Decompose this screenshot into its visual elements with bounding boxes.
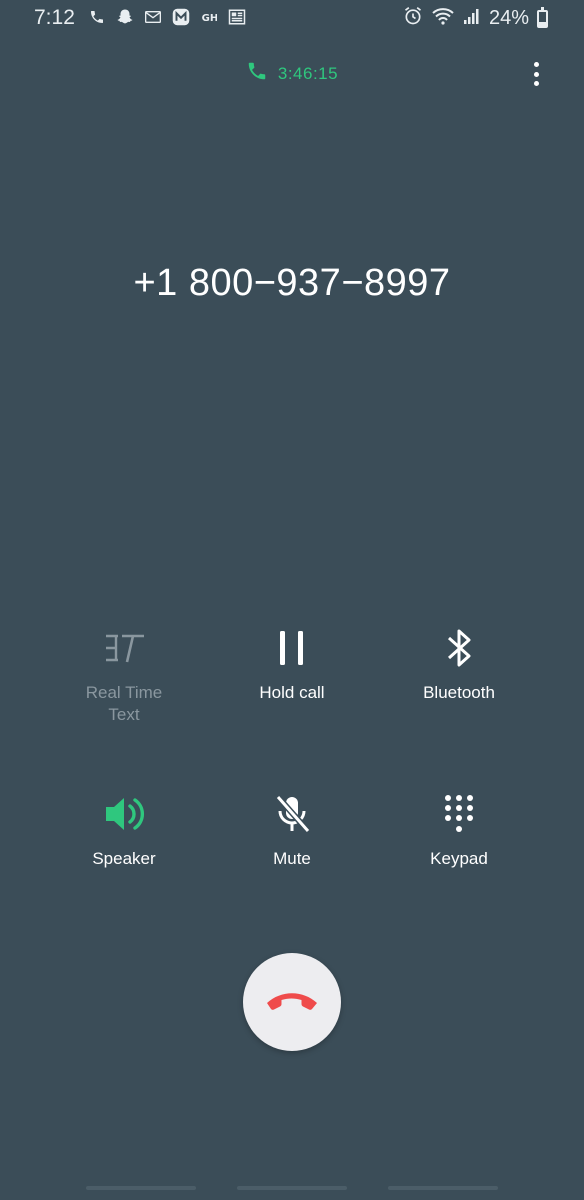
news-icon (228, 8, 246, 26)
bluetooth-icon (444, 626, 474, 670)
rtt-label-line1: Real Time (85, 683, 163, 702)
wifi-icon (431, 6, 455, 31)
hold-call-label: Hold call (259, 683, 325, 702)
gh-app-icon: GH (200, 8, 218, 26)
phone-number: +1 800−937−8997 (133, 262, 451, 304)
battery-percent: 24% (488, 7, 529, 29)
notification-icons: GH (88, 8, 246, 26)
rtt-icon (102, 626, 146, 670)
rtt-label: Real Time Text (86, 682, 163, 726)
call-active-icon (246, 60, 268, 87)
hold-call-button[interactable]: Hold call (207, 626, 377, 704)
nav-back-hint[interactable] (388, 1186, 498, 1190)
call-status: 3:46:15 (0, 60, 584, 87)
call-duration: 3:46:15 (277, 63, 339, 83)
end-call-button[interactable] (243, 953, 341, 1051)
more-dot-icon (533, 81, 539, 86)
status-time: 7:12 (34, 6, 75, 29)
phone-icon (88, 8, 106, 26)
rtt-button[interactable]: Real Time Text (39, 626, 209, 726)
mute-label: Mute (273, 849, 311, 868)
keypad-label: Keypad (430, 849, 488, 868)
nav-recent-hint[interactable] (86, 1186, 196, 1190)
signal-icon (463, 7, 481, 30)
speaker-button[interactable]: Speaker (39, 792, 209, 870)
rtt-label-line2: Text (108, 705, 140, 724)
more-dot-icon (533, 71, 539, 77)
snapchat-icon (116, 8, 134, 26)
navigation-bar (0, 1186, 584, 1192)
alarm-icon (403, 6, 423, 31)
bluetooth-label: Bluetooth (423, 683, 495, 702)
keypad-button[interactable]: Keypad (374, 792, 544, 870)
speaker-icon (102, 792, 146, 836)
pause-icon (277, 626, 307, 670)
mute-button[interactable]: Mute (207, 792, 377, 870)
system-icons: 24% (403, 6, 548, 31)
call-screen: 7:12 GH 24% 3:46:15 +1 800−937−8997 Real… (0, 0, 584, 1200)
nav-home-hint[interactable] (237, 1186, 347, 1190)
m-app-icon (172, 8, 190, 26)
more-options-button[interactable] (524, 60, 548, 88)
status-bar: 7:12 GH 24% (0, 0, 584, 36)
mail-icon (144, 8, 162, 26)
end-call-icon (263, 987, 321, 1018)
bluetooth-button[interactable]: Bluetooth (374, 626, 544, 704)
more-dot-icon (533, 62, 539, 67)
svg-text:GH: GH (202, 13, 217, 24)
keypad-icon (442, 792, 476, 836)
mic-off-icon (272, 792, 312, 836)
speaker-label: Speaker (92, 849, 156, 868)
battery-icon (537, 6, 548, 28)
